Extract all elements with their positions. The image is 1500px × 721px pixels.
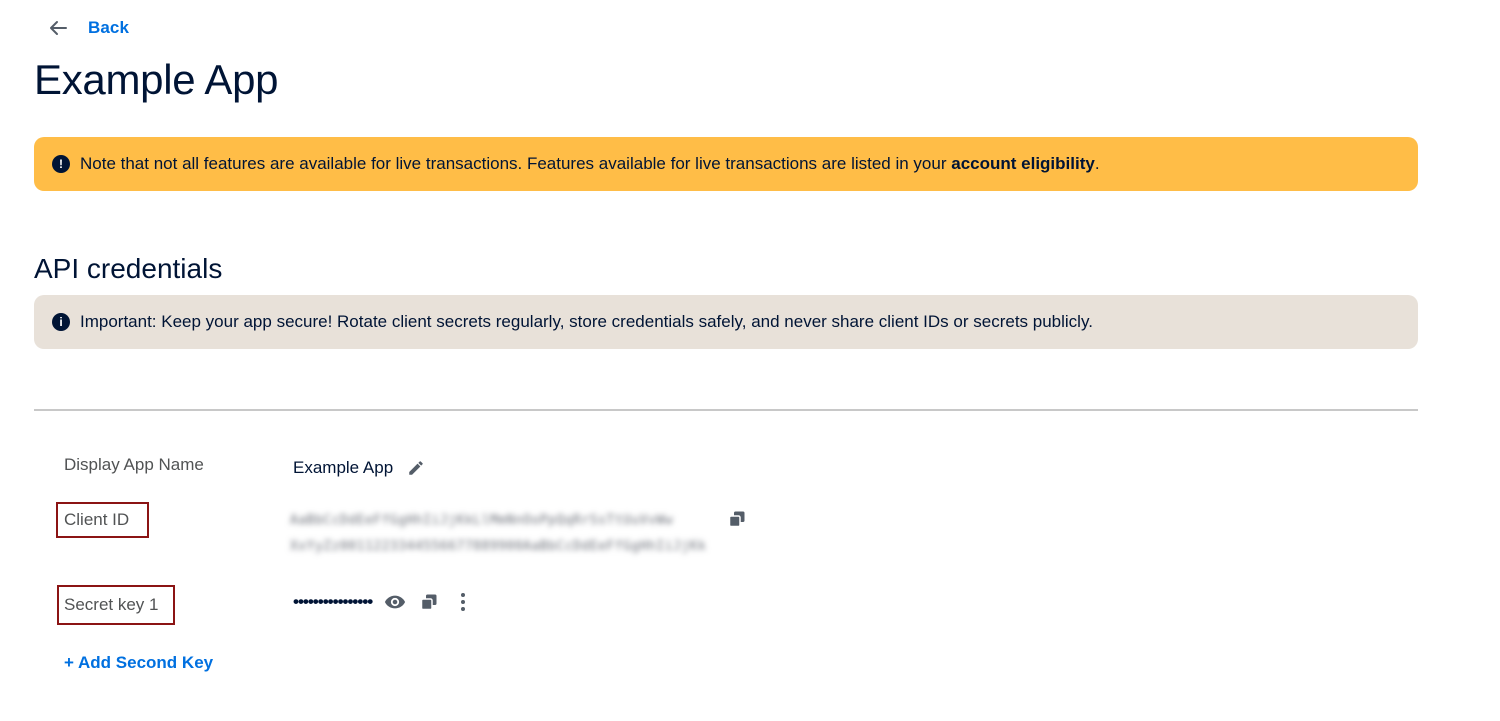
more-vertical-icon[interactable] xyxy=(452,591,474,613)
secret-key-label: Secret key 1 xyxy=(64,595,159,614)
warning-text-suffix: . xyxy=(1094,154,1100,173)
back-link[interactable]: Back xyxy=(46,14,129,42)
warning-banner: ! Note that not all features are availab… xyxy=(34,137,1418,191)
app-name-label: Display App Name xyxy=(64,455,204,474)
warning-banner-text: Note that not all features are available… xyxy=(80,154,1100,174)
copy-icon[interactable] xyxy=(726,508,748,530)
client-id-value: AaBbCcDdEeFfGgHhIiJjKkLlMmNnOoPpQqRrSsTt… xyxy=(290,508,710,560)
info-banner: i Important: Keep your app secure! Rotat… xyxy=(34,295,1418,349)
section-title: API credentials xyxy=(34,253,223,284)
app-name-text: Example App xyxy=(293,458,394,477)
back-label: Back xyxy=(88,18,130,37)
info-banner-text: Important: Keep your app secure! Rotate … xyxy=(80,312,1093,331)
eye-icon[interactable] xyxy=(384,591,406,613)
warning-text-prefix: Note that not all features are available… xyxy=(80,154,952,173)
secret-key-masked: •••••••••••••••• xyxy=(293,592,373,611)
app-name-value: Example App xyxy=(293,457,427,479)
client-id-label: Client ID xyxy=(64,510,130,529)
client-id-line: XxYyZz0011223344556677889900AaBbCcDdEeFf… xyxy=(290,539,707,554)
exclamation-icon: ! xyxy=(52,155,70,173)
info-icon: i xyxy=(52,313,70,331)
divider xyxy=(34,409,1418,411)
page: Back Example App ! Note that not all fea… xyxy=(0,0,1500,721)
copy-icon[interactable] xyxy=(418,591,440,613)
account-eligibility-link[interactable]: account eligibility xyxy=(951,154,1095,173)
edit-pencil-icon[interactable] xyxy=(405,457,427,479)
arrow-left-icon xyxy=(50,21,67,35)
client-id-line: AaBbCcDdEeFfGgHhIiJjKkLlMmNnOoPpQqRrSsTt… xyxy=(290,513,674,528)
secret-key-value: •••••••••••••••• xyxy=(293,591,474,613)
add-second-key-link[interactable]: + Add Second Key xyxy=(64,653,213,673)
page-title: Example App xyxy=(34,56,279,103)
